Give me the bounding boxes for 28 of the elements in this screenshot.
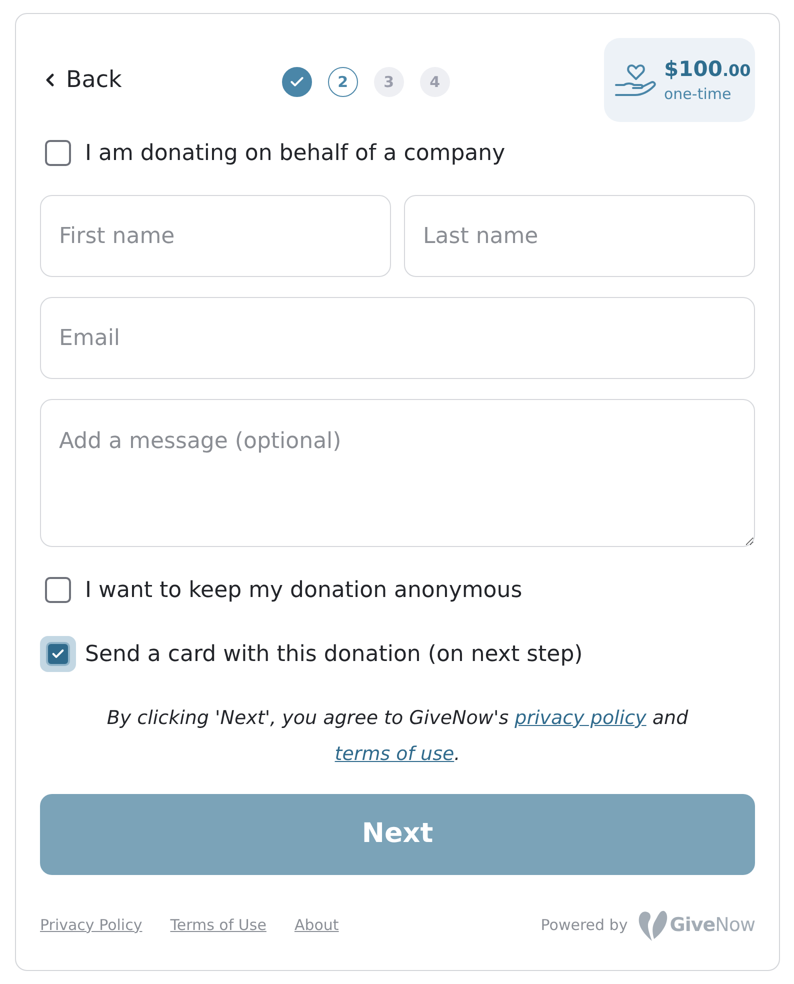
email-input-field[interactable]: Email (40, 297, 755, 379)
footer-link[interactable]: About (294, 914, 339, 936)
message-text-area[interactable]: Add a message (optional) (40, 399, 755, 547)
checkbox[interactable] (45, 140, 71, 166)
name-input-field[interactable]: Last name (404, 195, 755, 277)
privacy-policy-link[interactable]: privacy policy (514, 707, 646, 729)
footer-link[interactable]: Terms of Use (170, 914, 266, 936)
checkbox[interactable] (40, 636, 76, 672)
checkbox-label: Send a card with this donation (on next step) (85, 640, 583, 668)
powered-by-label: Powered by (540, 914, 628, 936)
amount-cents: .00 (722, 60, 751, 82)
logo-icon (638, 908, 668, 942)
step-indicator: 3 (374, 67, 404, 97)
back-button[interactable]: Back (40, 62, 122, 98)
next-button[interactable]: Next (40, 794, 755, 875)
terms-of-use-link[interactable]: terms of use (334, 743, 454, 765)
checkbox-label: I am donating on behalf of a company (85, 140, 506, 168)
name-input-field[interactable]: First name (40, 195, 391, 277)
step-indicator: 4 (420, 67, 450, 97)
checkbox[interactable] (45, 577, 71, 603)
logo-text: GiveNow (670, 912, 755, 938)
checkbox-label: I want to keep my donation anonymous (85, 576, 522, 604)
step-indicator: 2 (328, 67, 358, 97)
footer-link[interactable]: Privacy Policy (40, 914, 142, 936)
frequency-label: one-time (664, 84, 732, 104)
amount-value: $100 (664, 56, 722, 82)
consent-text: By clicking 'Next', you agree to GiveNow's privacy policy and terms of use. (106, 706, 690, 767)
check-icon (51, 647, 65, 661)
